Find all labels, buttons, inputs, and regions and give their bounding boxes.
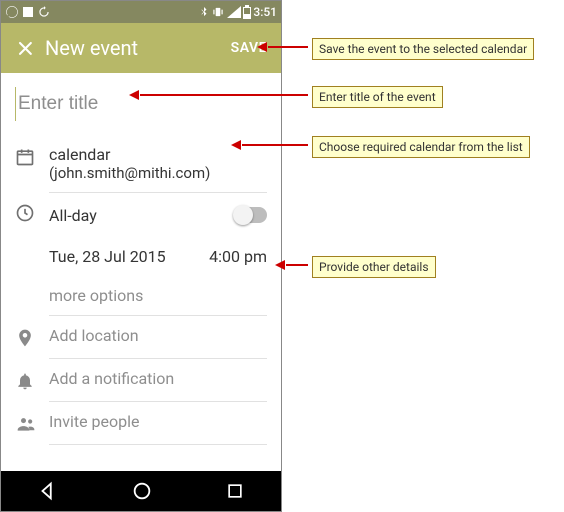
- location-row[interactable]: Add location: [1, 316, 281, 358]
- status-time: 3:51: [253, 5, 277, 19]
- title-field-wrap: [1, 73, 281, 135]
- battery-icon: [243, 5, 251, 19]
- date-value[interactable]: Tue, 28 Jul 2015: [49, 247, 166, 266]
- annotation-details: Provide other details: [312, 256, 436, 278]
- people-icon: [15, 412, 49, 434]
- divider: [49, 444, 267, 445]
- annotation-title: Enter title of the event: [312, 86, 443, 108]
- bluetooth-icon: [199, 5, 209, 19]
- clock-icon: [15, 203, 49, 227]
- signal-icon: [227, 6, 241, 18]
- square-icon: [22, 6, 34, 18]
- allday-toggle[interactable]: [235, 207, 267, 223]
- nav-back-button[interactable]: [37, 480, 59, 502]
- annotation-arrow: [286, 264, 308, 266]
- more-options[interactable]: more options: [1, 276, 281, 315]
- content-area: calendar (john.smith@mithi.com) All-day …: [1, 73, 281, 471]
- whatsapp-icon: [5, 5, 19, 19]
- title-input[interactable]: [15, 87, 267, 121]
- page-title: New event: [39, 36, 231, 60]
- bell-icon: [15, 369, 49, 391]
- annotation-calendar: Choose required calendar from the list: [312, 136, 530, 158]
- location-placeholder: Add location: [49, 326, 267, 345]
- android-navbar: [1, 471, 281, 511]
- time-value[interactable]: 4:00 pm: [209, 247, 267, 266]
- status-bar: 3:51: [1, 1, 281, 23]
- title-bar: New event SAVE: [1, 23, 281, 73]
- status-right: 3:51: [199, 5, 277, 19]
- nav-recent-button[interactable]: [225, 481, 245, 501]
- status-left: [5, 5, 51, 19]
- location-icon: [15, 326, 49, 348]
- invite-row[interactable]: Invite people: [1, 402, 281, 444]
- datetime-row[interactable]: Tue, 28 Jul 2015 4:00 pm: [1, 237, 281, 276]
- nav-home-button[interactable]: [131, 480, 153, 502]
- calendar-icon: [15, 145, 49, 167]
- invite-placeholder: Invite people: [49, 412, 267, 431]
- annotation-arrow: [140, 94, 308, 96]
- vibrate-icon: [211, 5, 225, 19]
- sync-icon: [37, 5, 51, 19]
- calendar-label: calendar (john.smith@mithi.com): [49, 145, 267, 182]
- annotation-save: Save the event to the selected calendar: [312, 38, 534, 60]
- notification-placeholder: Add a notification: [49, 369, 267, 388]
- close-button[interactable]: [11, 38, 39, 58]
- notification-row[interactable]: Add a notification: [1, 359, 281, 401]
- phone-frame: 3:51 New event SAVE calendar (john.smith…: [0, 0, 282, 512]
- annotation-arrow: [268, 46, 308, 48]
- calendar-account: (john.smith@mithi.com): [49, 164, 267, 182]
- allday-label: All-day: [49, 206, 235, 225]
- allday-row: All-day: [1, 193, 281, 237]
- annotation-arrow: [242, 144, 308, 146]
